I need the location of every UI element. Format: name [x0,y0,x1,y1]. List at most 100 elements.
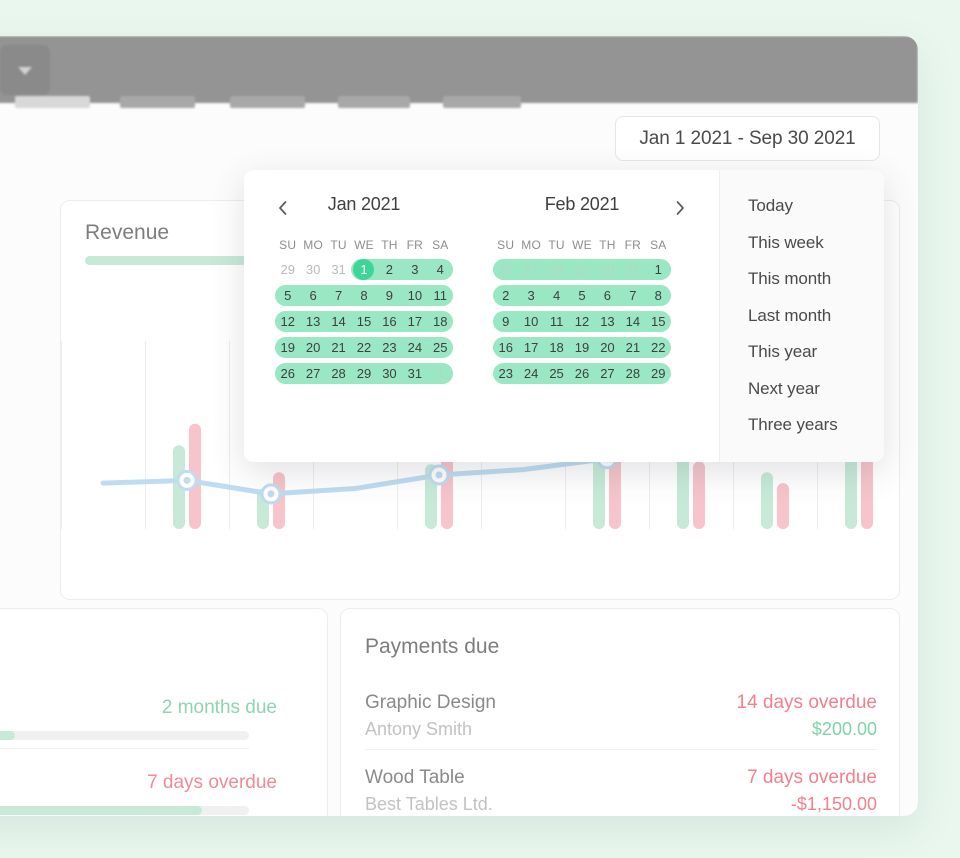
calendar-day[interactable]: 25 [544,363,569,384]
calendar-day[interactable]: 31 [620,259,645,280]
calendar-day[interactable]: 21 [326,337,351,358]
weekday-label-mo: MO [521,238,541,252]
calendar-day[interactable]: 14 [620,311,645,332]
calendar-day[interactable]: 24 [518,363,543,384]
payment-subtitle: Antony Smith [365,719,473,739]
date-range-input[interactable]: Jan 1 2021 - Sep 30 2021 [615,116,880,161]
calendar-day[interactable]: 10 [402,285,427,306]
calendar-day[interactable]: 29 [275,259,300,280]
calendar-day[interactable]: 13 [300,311,325,332]
calendar-day[interactable]: 1 [351,259,376,280]
calendar-day[interactable]: 23 [377,337,402,358]
calendar-day[interactable]: 29 [351,363,376,384]
calendar-day[interactable]: 9 [493,311,518,332]
weekday-label-we: WE [354,238,374,252]
calendar-day[interactable]: 22 [646,337,671,358]
payment-status-badge: 7 days overdue [747,767,877,788]
calendar-day[interactable]: 19 [569,337,594,358]
calendar-day[interactable]: 5 [275,285,300,306]
calendar-day[interactable]: 2 [493,285,518,306]
chart-bar [693,461,705,529]
calendar-day[interactable]: 30 [300,259,325,280]
calendar-day[interactable]: 29 [569,259,594,280]
preset-this-week[interactable]: This week [748,233,824,253]
calendar-day[interactable]: 22 [351,337,376,358]
calendar-day[interactable]: 31 [326,259,351,280]
calendar-day[interactable]: 13 [595,311,620,332]
calendar-day[interactable]: 27 [518,259,543,280]
calendar-day[interactable]: 26 [275,363,300,384]
calendar-day[interactable]: 25 [428,337,453,358]
calendar-day[interactable]: 28 [544,259,569,280]
calendar-day[interactable]: 1 [428,363,453,384]
calendar-day[interactable]: 8 [351,285,376,306]
calendar-day[interactable]: 7 [620,285,645,306]
preset-last-month[interactable]: Last month [748,306,831,326]
calendar-day[interactable]: 18 [428,311,453,332]
divider [365,749,877,750]
calendar-week: 2345678 [493,285,671,306]
calendar-day[interactable]: 6 [300,285,325,306]
payment-title: Wood Table [365,767,465,788]
calendar-day[interactable]: 26 [493,259,518,280]
calendar-day[interactable]: 11 [544,311,569,332]
preset-this-year[interactable]: This year [748,342,817,362]
calendar-day[interactable]: 27 [300,363,325,384]
calendar-day[interactable]: 3 [402,259,427,280]
preset-this-month[interactable]: This month [748,269,831,289]
calendar-day[interactable]: 10 [518,311,543,332]
calendar-day[interactable]: 20 [595,337,620,358]
month-title: Feb 2021 [544,194,620,214]
calendar-day[interactable]: 26 [569,363,594,384]
calendar-day[interactable]: 27 [595,363,620,384]
weekday-label-mo: MO [303,238,323,252]
calendar-day[interactable]: 6 [595,285,620,306]
calendar-day[interactable]: 9 [377,285,402,306]
calendar-day[interactable]: 3 [518,285,543,306]
invoice-status-badge: 2 months due [161,697,277,718]
calendar-day[interactable]: 4 [544,285,569,306]
nav-item-4[interactable] [443,96,521,108]
preset-three-years[interactable]: Three years [748,415,838,435]
nav-item-1[interactable] [120,96,195,108]
calendar-day[interactable]: 20 [300,337,325,358]
calendar-day[interactable]: 16 [493,337,518,358]
calendar-day[interactable]: 4 [428,259,453,280]
calendar-day[interactable]: 5 [569,285,594,306]
calendar-day[interactable]: 16 [377,311,402,332]
calendar-day[interactable]: 17 [518,337,543,358]
calendar-day[interactable]: 31 [402,363,427,384]
payment-title: Graphic Design [365,692,496,713]
payments-due-title: Payments due [365,635,500,658]
calendar-day[interactable]: 24 [402,337,427,358]
calendar-day[interactable]: 21 [620,337,645,358]
calendar-day[interactable]: 12 [275,311,300,332]
calendar-day[interactable]: 11 [428,285,453,306]
calendar-day[interactable]: 28 [326,363,351,384]
calendar-day[interactable]: 7 [326,285,351,306]
calendar-day[interactable]: 12 [569,311,594,332]
calendar-day[interactable]: 8 [646,285,671,306]
calendar-day[interactable]: 17 [402,311,427,332]
calendar-day[interactable]: 18 [544,337,569,358]
calendar-day[interactable]: 19 [275,337,300,358]
calendar-day[interactable]: 23 [493,363,518,384]
calendar-day[interactable]: 15 [646,311,671,332]
calendar-day[interactable]: 2 [377,259,402,280]
weekday-label-su: SU [279,238,297,252]
calendar-day[interactable]: 28 [620,363,645,384]
weeks-grid: 26 27 28 29 30 31 1 2 3 4 5 6 7 8 9 10 11 12 13 14 15 16 17 18 1… [493,259,671,384]
calendar-day[interactable]: 30 [377,363,402,384]
preset-today[interactable]: Today [748,196,793,216]
nav-item-3[interactable] [338,96,410,108]
calendar-day[interactable]: 1 [646,259,671,280]
calendar-day[interactable]: 14 [326,311,351,332]
nav-item-0[interactable] [15,96,90,108]
calendar-week: 26 27 28 29 30 31 1 [275,363,453,384]
calendar-day[interactable]: 30 [595,259,620,280]
calendar-day[interactable]: 15 [351,311,376,332]
nav-item-2[interactable] [230,96,305,108]
calendar-day[interactable]: 29 [646,363,671,384]
weekday-label-fr: FR [406,238,424,252]
preset-next-year[interactable]: Next year [748,379,820,399]
